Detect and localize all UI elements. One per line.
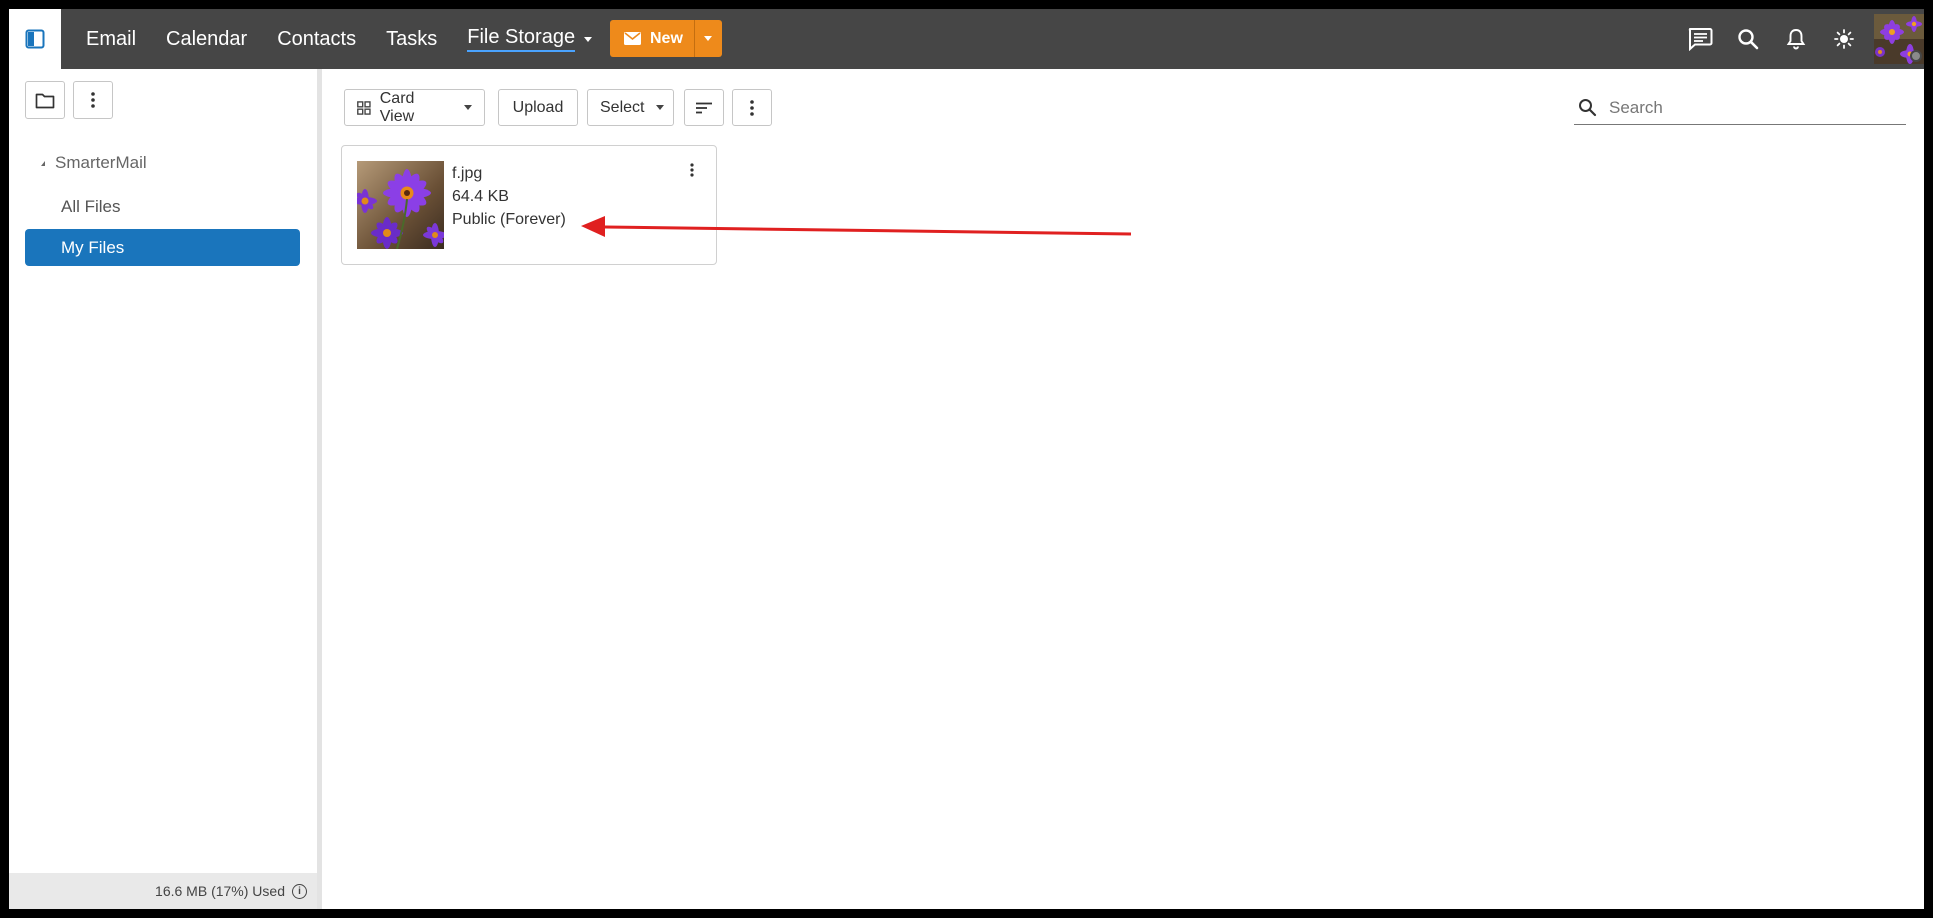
- tree-root-label: SmarterMail: [55, 153, 147, 172]
- search-icon: [1738, 29, 1759, 50]
- view-mode-label: Card View: [379, 89, 415, 125]
- toolbar-more-button[interactable]: [732, 89, 772, 126]
- annotation-arrow: [581, 216, 1132, 237]
- file-name: f.jpg: [452, 165, 483, 182]
- more-vertical-icon: [690, 163, 694, 177]
- file-info: f.jpg 64.4 KB Public (Forever): [452, 162, 566, 231]
- chevron-down-icon: [656, 105, 665, 110]
- sort-button[interactable]: [684, 89, 724, 126]
- main-nav: Email Calendar Contacts Tasks File Stora…: [71, 9, 607, 69]
- folder-icon: [35, 93, 55, 108]
- select-label: Select: [600, 98, 645, 116]
- more-vertical-icon: [91, 92, 95, 108]
- nav-calendar[interactable]: Calendar: [151, 9, 262, 69]
- bell-icon: [1786, 29, 1806, 50]
- file-thumbnail: [357, 161, 444, 249]
- new-button[interactable]: New: [610, 20, 694, 57]
- file-storage-main: Card View Upload Select Search f.jpg 64.…: [322, 69, 1924, 909]
- nav-tasks[interactable]: Tasks: [371, 9, 452, 69]
- sidebar-more-button[interactable]: [73, 81, 113, 119]
- file-sharing-status: Public (Forever): [452, 211, 566, 228]
- nav-file-storage[interactable]: File Storage: [452, 9, 607, 69]
- file-size: 64.4 KB: [452, 188, 509, 205]
- nav-contacts[interactable]: Contacts: [262, 9, 371, 69]
- grid-icon: [357, 100, 371, 115]
- sun-icon: [1834, 29, 1854, 49]
- file-card[interactable]: f.jpg 64.4 KB Public (Forever): [341, 145, 717, 265]
- top-navigation-bar: Email Calendar Contacts Tasks File Stora…: [9, 9, 1924, 69]
- upload-label: Upload: [512, 98, 564, 116]
- new-dropdown-button[interactable]: [693, 20, 722, 57]
- search-input[interactable]: [1609, 97, 1889, 118]
- chevron-down-icon: [584, 36, 593, 42]
- file-card-menu-button[interactable]: [682, 158, 702, 182]
- more-vertical-icon: [750, 99, 754, 116]
- top-actions: [1676, 9, 1924, 69]
- chat-button[interactable]: [1676, 9, 1724, 69]
- nav-email-label: Email: [86, 27, 137, 50]
- notifications-button[interactable]: [1772, 9, 1820, 69]
- upload-button[interactable]: Upload: [498, 89, 578, 126]
- presence-status-dot: [1910, 50, 1922, 62]
- chat-icon: [1688, 28, 1713, 51]
- avatar[interactable]: [1874, 14, 1924, 64]
- nav-file-storage-label: File Storage: [467, 26, 576, 52]
- info-icon[interactable]: i: [292, 883, 307, 899]
- sidebar-toggle-icon: [25, 29, 45, 49]
- new-folder-button[interactable]: [25, 81, 65, 119]
- sidebar-item-label: All Files: [61, 197, 121, 216]
- storage-usage: 16.6 MB (17%) Used i: [9, 873, 317, 909]
- sidebar-toggle-button[interactable]: [9, 9, 61, 69]
- chevron-down-icon: [464, 105, 472, 110]
- chevron-down-icon: [704, 36, 713, 41]
- nav-contacts-label: Contacts: [277, 27, 357, 50]
- sidebar: SmarterMail All Files My Files 16.6 MB (…: [9, 69, 317, 909]
- tree-root-smartermail[interactable]: SmarterMail: [41, 153, 147, 173]
- theme-toggle-button[interactable]: [1820, 9, 1868, 69]
- envelope-icon: [624, 32, 641, 45]
- search-button[interactable]: [1724, 9, 1772, 69]
- new-button-group: New: [610, 20, 722, 57]
- nav-email[interactable]: Email: [71, 9, 151, 69]
- search-field[interactable]: [1574, 91, 1906, 125]
- nav-calendar-label: Calendar: [166, 27, 248, 50]
- view-mode-dropdown[interactable]: Card View: [344, 89, 485, 126]
- sidebar-item-label: My Files: [61, 237, 125, 257]
- flower-thumbnail-image: [357, 161, 444, 249]
- nav-tasks-label: Tasks: [386, 27, 438, 50]
- sidebar-item-my-files[interactable]: My Files: [25, 229, 300, 266]
- collapse-triangle-icon: [41, 160, 45, 166]
- select-dropdown[interactable]: Select: [587, 89, 674, 126]
- sidebar-item-all-files[interactable]: All Files: [25, 189, 300, 225]
- sort-icon: [696, 102, 712, 113]
- new-button-label: New: [650, 29, 683, 47]
- storage-used-text: 16.6 MB (17%) Used: [155, 883, 285, 899]
- app-window: Email Calendar Contacts Tasks File Stora…: [9, 9, 1924, 909]
- search-icon: [1579, 99, 1597, 117]
